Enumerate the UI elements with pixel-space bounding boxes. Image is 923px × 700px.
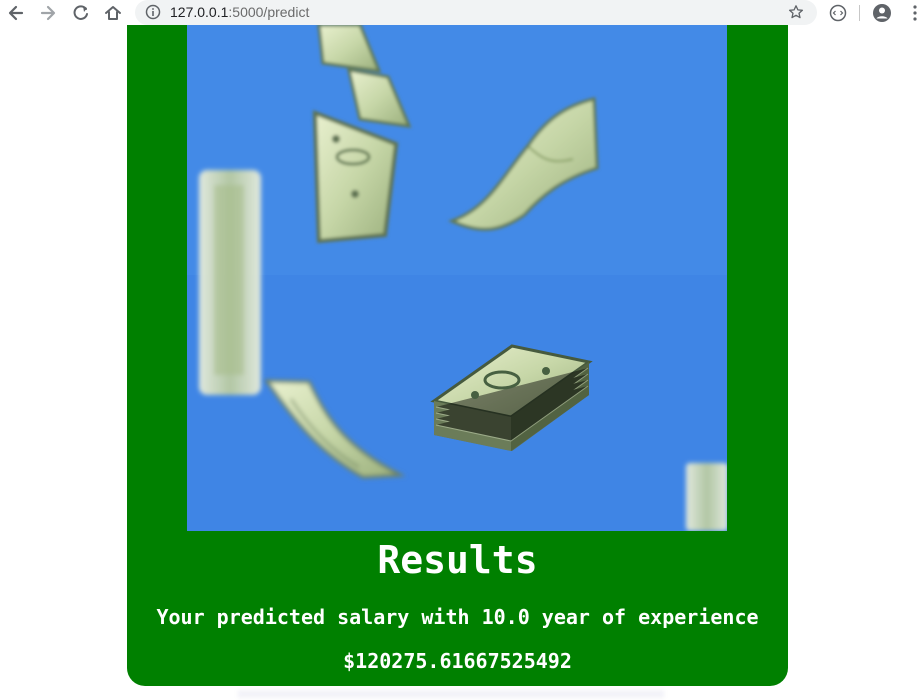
menu-dots-icon[interactable] <box>910 4 920 22</box>
reload-icon[interactable] <box>70 2 92 24</box>
browser-toolbar: 127.0.0.1:5000/predict <box>0 0 923 26</box>
page-content: Results Your predicted salary with 10.0 … <box>0 25 923 700</box>
prediction-label: Your predicted salary with 10.0 year of … <box>156 605 759 629</box>
account-icon[interactable] <box>872 3 892 23</box>
falling-money-image <box>187 25 727 531</box>
home-icon[interactable] <box>102 2 124 24</box>
card-shadow <box>238 690 664 698</box>
url-path: :5000/predict <box>228 4 310 20</box>
money-bill-right-blurred <box>686 463 727 531</box>
toolbar-divider <box>859 5 860 21</box>
info-icon[interactable] <box>145 4 161 20</box>
address-bar[interactable]: 127.0.0.1:5000/predict <box>135 0 817 25</box>
url-host: 127.0.0.1 <box>170 4 229 20</box>
salary-value: $120275.61667525492 <box>343 649 572 673</box>
result-card: Results Your predicted salary with 10.0 … <box>127 25 788 686</box>
money-bill-left-blurred <box>199 170 261 395</box>
forward-arrow-icon[interactable] <box>37 2 59 24</box>
results-heading: Results <box>377 538 538 582</box>
extension-icon[interactable] <box>828 3 848 23</box>
url-text[interactable]: 127.0.0.1:5000/predict <box>170 4 309 20</box>
back-arrow-icon[interactable] <box>5 2 27 24</box>
star-icon[interactable] <box>788 4 804 20</box>
